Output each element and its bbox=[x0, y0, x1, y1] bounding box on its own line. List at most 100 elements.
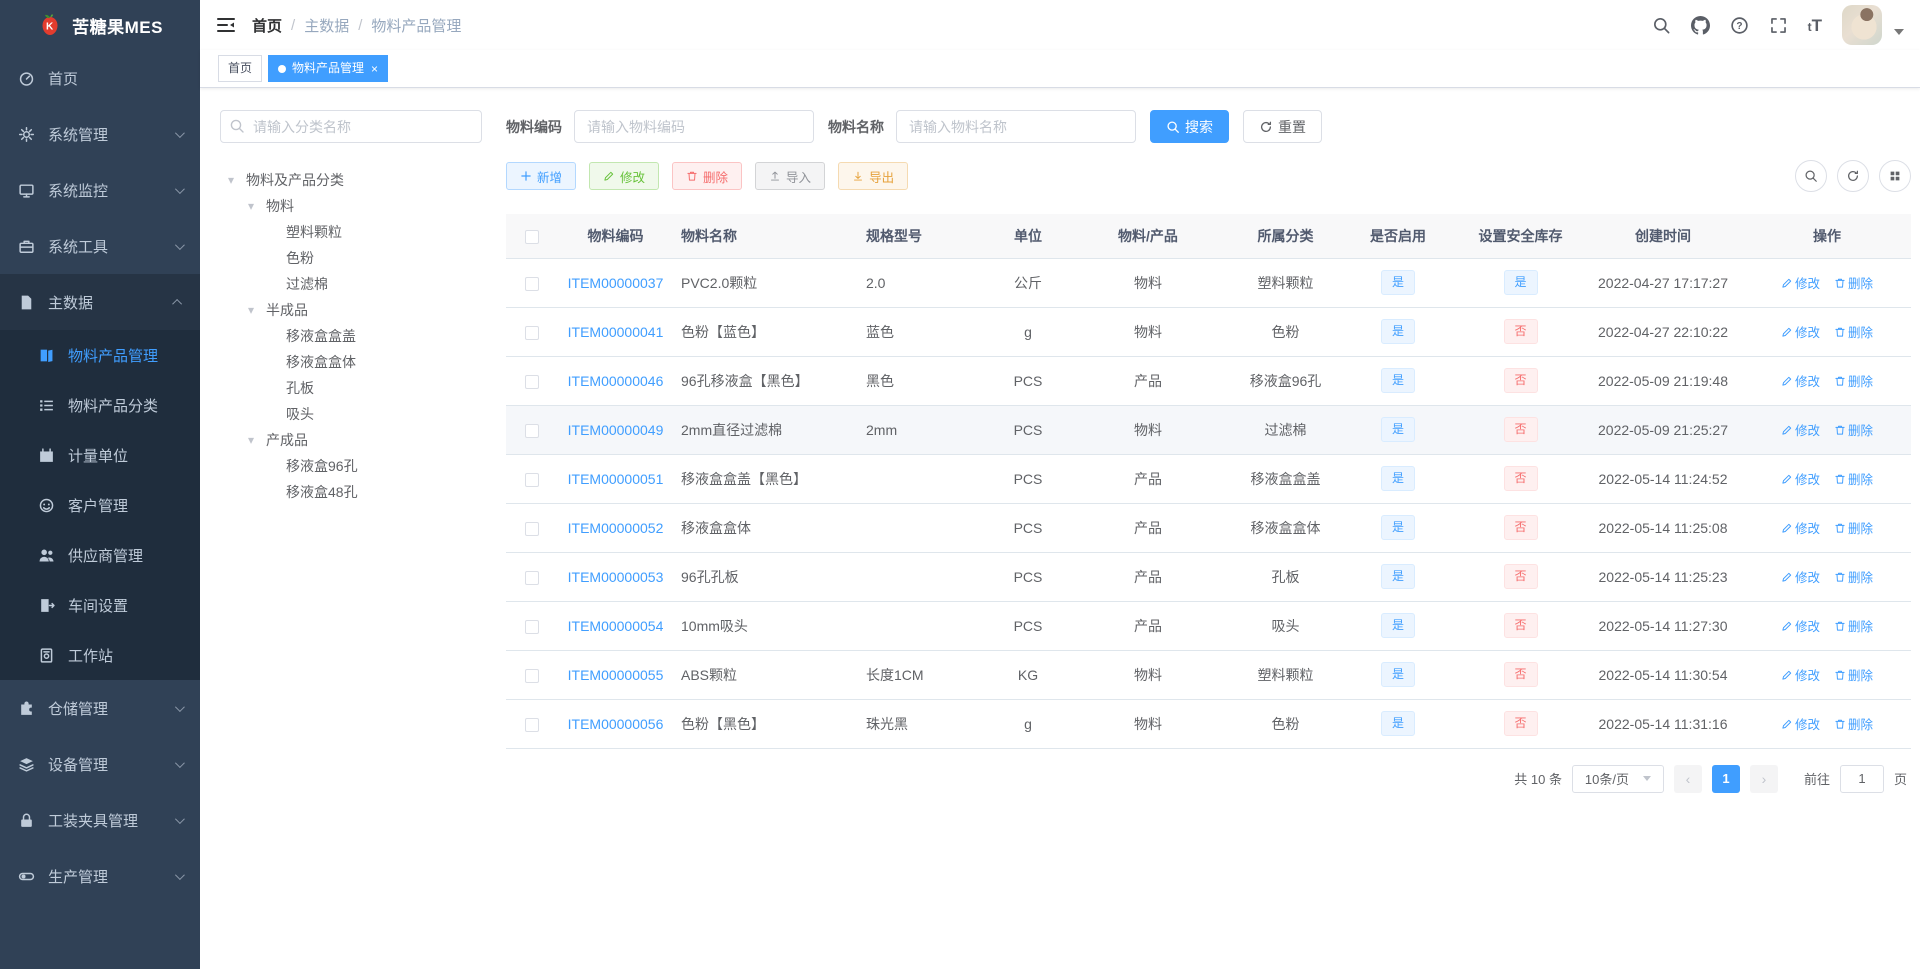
tree-caret-icon[interactable]: ▾ bbox=[246, 433, 266, 447]
row-edit-link[interactable]: 修改 bbox=[1781, 371, 1820, 390]
add-button[interactable]: 新增 bbox=[506, 162, 577, 190]
sidebar-item-system-tools[interactable]: 系统工具 bbox=[0, 218, 200, 274]
tree-node[interactable]: 孔板 bbox=[220, 375, 482, 401]
tree-node[interactable]: 移液盒盒体 bbox=[220, 349, 482, 375]
breadcrumb-home[interactable]: 首页 bbox=[252, 15, 282, 36]
prev-page-button[interactable]: ‹ bbox=[1673, 764, 1702, 793]
import-button[interactable]: 导入 bbox=[755, 162, 826, 190]
sidebar-item-workstation[interactable]: 工作站 bbox=[0, 630, 200, 680]
row-edit-link[interactable]: 修改 bbox=[1781, 273, 1820, 292]
page-size-select[interactable]: 10条/页 bbox=[1571, 764, 1664, 793]
sidebar-item-warehouse-mgmt[interactable]: 仓储管理 bbox=[0, 680, 200, 736]
question-help-icon[interactable]: ? bbox=[1730, 16, 1749, 35]
sidebar-item-workshop-settings[interactable]: 车间设置 bbox=[0, 580, 200, 630]
tree-node[interactable]: ▾ 物料 bbox=[220, 193, 482, 219]
sidebar-item-master-data[interactable]: 主数据 bbox=[0, 274, 200, 330]
row-delete-link[interactable]: 删除 bbox=[1834, 469, 1873, 488]
row-checkbox[interactable] bbox=[525, 276, 539, 291]
tree-node[interactable]: 移液盒48孔 bbox=[220, 479, 482, 505]
edit-button[interactable]: 修改 bbox=[589, 162, 660, 190]
row-edit-link[interactable]: 修改 bbox=[1781, 469, 1820, 488]
logo[interactable]: K 苦糖果MES bbox=[0, 0, 200, 50]
export-button[interactable]: 导出 bbox=[838, 162, 909, 190]
tree-node[interactable]: 色粉 bbox=[220, 245, 482, 271]
sidebar-item-measure-unit[interactable]: 计量单位 bbox=[0, 430, 200, 480]
material-code-input[interactable] bbox=[574, 110, 814, 143]
row-edit-link[interactable]: 修改 bbox=[1781, 714, 1820, 733]
row-delete-link[interactable]: 删除 bbox=[1834, 518, 1873, 537]
row-delete-link[interactable]: 删除 bbox=[1834, 714, 1873, 733]
fullscreen-icon[interactable] bbox=[1769, 16, 1788, 35]
sidebar-item-home[interactable]: 首页 bbox=[0, 50, 200, 106]
sidebar-item-fixture-mgmt[interactable]: 工装夹具管理 bbox=[0, 792, 200, 848]
next-page-button[interactable]: › bbox=[1749, 764, 1778, 793]
tree-node[interactable]: ▾ 产成品 bbox=[220, 427, 482, 453]
tree-caret-icon[interactable]: ▾ bbox=[246, 303, 266, 317]
row-delete-link[interactable]: 删除 bbox=[1834, 371, 1873, 390]
row-edit-link[interactable]: 修改 bbox=[1781, 518, 1820, 537]
row-delete-link[interactable]: 删除 bbox=[1834, 567, 1873, 586]
row-checkbox[interactable] bbox=[525, 325, 539, 340]
sidebar-item-equipment-mgmt[interactable]: 设备管理 bbox=[0, 736, 200, 792]
sidebar-item-production-mgmt[interactable]: 生产管理 bbox=[0, 848, 200, 904]
row-delete-link[interactable]: 删除 bbox=[1834, 616, 1873, 635]
tab-close-icon[interactable]: × bbox=[371, 63, 378, 75]
sidebar-toggle-icon[interactable] bbox=[216, 15, 236, 35]
material-code-link[interactable]: ITEM00000054 bbox=[568, 618, 664, 634]
tree-node[interactable]: 塑料颗粒 bbox=[220, 219, 482, 245]
row-edit-link[interactable]: 修改 bbox=[1781, 420, 1820, 439]
tree-node[interactable]: ▾ 半成品 bbox=[220, 297, 482, 323]
material-code-link[interactable]: ITEM00000055 bbox=[568, 667, 664, 683]
material-code-link[interactable]: ITEM00000052 bbox=[568, 520, 664, 536]
row-edit-link[interactable]: 修改 bbox=[1781, 616, 1820, 635]
material-code-link[interactable]: ITEM00000041 bbox=[568, 324, 664, 340]
row-edit-link[interactable]: 修改 bbox=[1781, 567, 1820, 586]
tree-node[interactable]: 吸头 bbox=[220, 401, 482, 427]
material-code-link[interactable]: ITEM00000049 bbox=[568, 422, 664, 438]
sidebar-item-system-mgmt[interactable]: 系统管理 bbox=[0, 106, 200, 162]
material-code-link[interactable]: ITEM00000056 bbox=[568, 716, 664, 732]
sidebar-item-material-product-category[interactable]: 物料产品分类 bbox=[0, 380, 200, 430]
refresh-button[interactable] bbox=[1837, 160, 1869, 192]
row-delete-link[interactable]: 删除 bbox=[1834, 322, 1873, 341]
material-code-link[interactable]: ITEM00000053 bbox=[568, 569, 664, 585]
row-checkbox[interactable] bbox=[525, 423, 539, 438]
sidebar-item-system-monitor[interactable]: 系统监控 bbox=[0, 162, 200, 218]
avatar[interactable] bbox=[1842, 5, 1882, 45]
material-code-link[interactable]: ITEM00000046 bbox=[568, 373, 664, 389]
row-checkbox[interactable] bbox=[525, 570, 539, 585]
row-checkbox[interactable] bbox=[525, 374, 539, 389]
tree-caret-icon[interactable]: ▾ bbox=[226, 173, 246, 187]
row-checkbox[interactable] bbox=[525, 521, 539, 536]
tree-node[interactable]: 移液盒96孔 bbox=[220, 453, 482, 479]
row-checkbox[interactable] bbox=[525, 717, 539, 732]
tab-home[interactable]: 首页 bbox=[218, 55, 263, 82]
tree-node[interactable]: ▾ 物料及产品分类 bbox=[220, 167, 482, 193]
material-code-link[interactable]: ITEM00000051 bbox=[568, 471, 664, 487]
row-edit-link[interactable]: 修改 bbox=[1781, 665, 1820, 684]
row-edit-link[interactable]: 修改 bbox=[1781, 322, 1820, 341]
row-delete-link[interactable]: 删除 bbox=[1834, 420, 1873, 439]
tree-node[interactable]: 过滤棉 bbox=[220, 271, 482, 297]
sidebar-item-supplier-mgmt[interactable]: 供应商管理 bbox=[0, 530, 200, 580]
reset-button[interactable]: 重置 bbox=[1243, 110, 1322, 143]
goto-page-input[interactable] bbox=[1839, 764, 1884, 793]
sidebar-item-material-product-mgmt[interactable]: 物料产品管理 bbox=[0, 330, 200, 380]
search-button[interactable]: 搜索 bbox=[1150, 110, 1229, 143]
column-settings-button[interactable] bbox=[1879, 160, 1911, 192]
toggle-search-button[interactable] bbox=[1795, 160, 1827, 192]
caret-down-icon[interactable] bbox=[1894, 29, 1904, 35]
font-size-icon[interactable]: tT bbox=[1808, 17, 1822, 34]
tab-material-product-mgmt[interactable]: 物料产品管理 × bbox=[268, 55, 389, 82]
delete-button[interactable]: 删除 bbox=[672, 162, 743, 190]
row-delete-link[interactable]: 删除 bbox=[1834, 273, 1873, 292]
row-checkbox[interactable] bbox=[525, 619, 539, 634]
row-delete-link[interactable]: 删除 bbox=[1834, 665, 1873, 684]
material-name-input[interactable] bbox=[896, 110, 1136, 143]
row-checkbox[interactable] bbox=[525, 472, 539, 487]
category-search-input[interactable] bbox=[220, 110, 482, 143]
tree-node[interactable]: 移液盒盒盖 bbox=[220, 323, 482, 349]
tree-caret-icon[interactable]: ▾ bbox=[246, 199, 266, 213]
select-all-checkbox[interactable] bbox=[525, 229, 539, 244]
search-icon[interactable] bbox=[1652, 16, 1671, 35]
